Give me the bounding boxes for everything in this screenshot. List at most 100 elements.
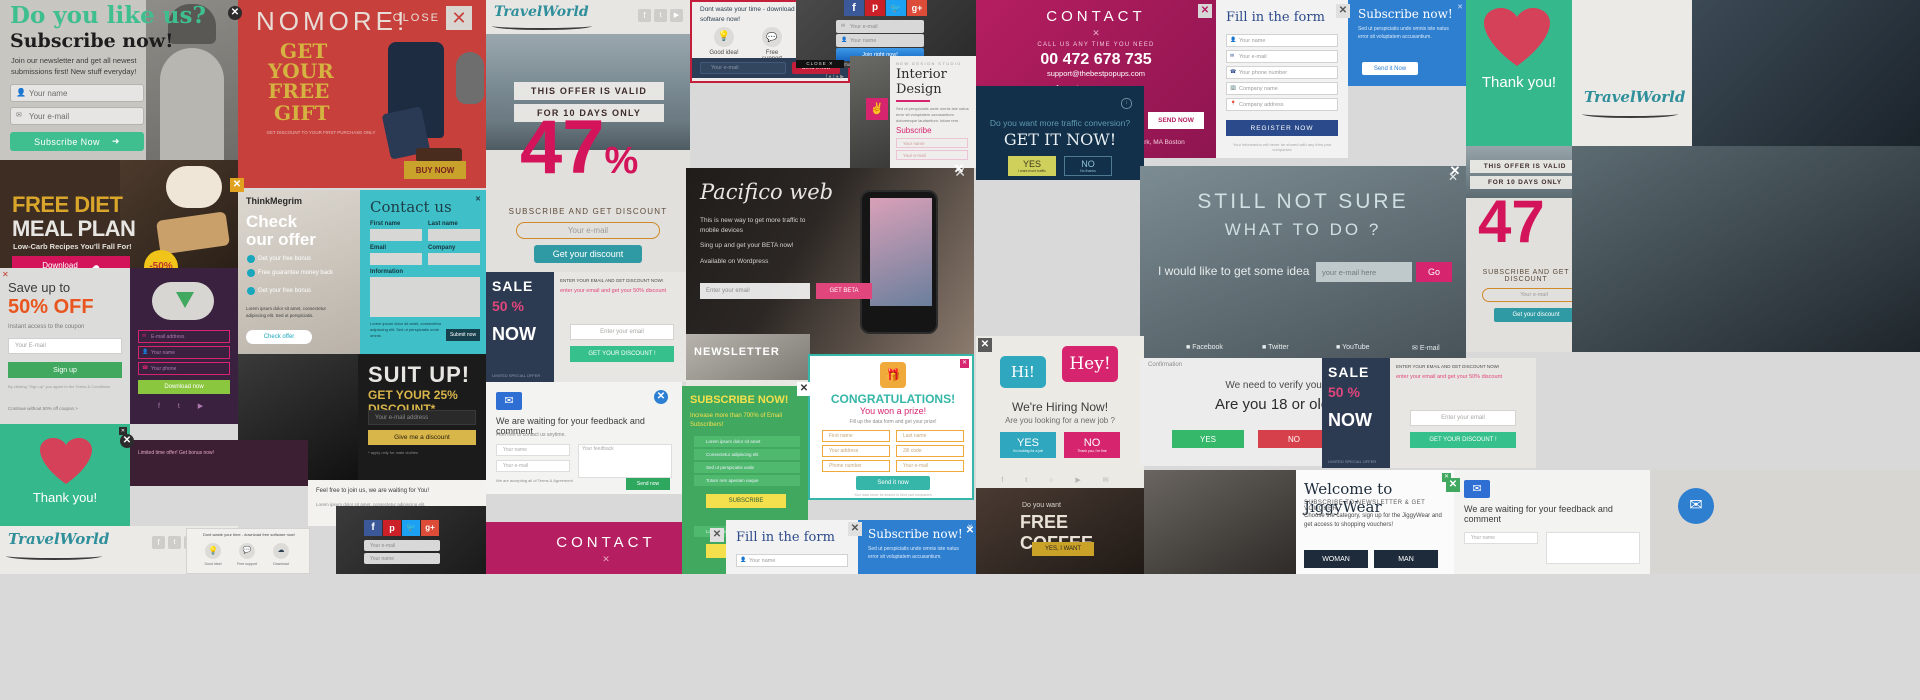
- email-input[interactable]: Your e-mail address: [368, 410, 476, 425]
- name-input[interactable]: Your name: [896, 138, 968, 148]
- go-button[interactable]: Go: [1416, 262, 1452, 282]
- first-name-input[interactable]: First name: [822, 430, 890, 442]
- social-row[interactable]: f t ▶: [158, 402, 211, 410]
- social-facebook-icon[interactable]: f: [638, 9, 651, 22]
- email-input[interactable]: Your e-mail: [700, 62, 786, 74]
- email-input[interactable]: Your e-mail: [10, 107, 144, 125]
- popup-travelworld[interactable]: TravelWorld f t ▶ THIS OFFER IS VALID FO…: [486, 0, 690, 272]
- company-input[interactable]: Company name: [1226, 82, 1338, 95]
- social-email[interactable]: ✉ E-mail: [1412, 344, 1440, 352]
- get-beta-button[interactable]: GET BETA: [816, 283, 872, 299]
- email-input[interactable]: [370, 253, 422, 265]
- email-input[interactable]: Enter your email: [700, 283, 810, 299]
- popup-email-discount[interactable]: ENTER YOUR EMAIL AND GET DISCOUNT NOW! e…: [554, 272, 690, 382]
- popup-subscribe-blue[interactable]: Subscribe now! ✕ Sed ut perspiciatis und…: [1348, 0, 1466, 86]
- close-icon[interactable]: ✕: [963, 524, 977, 538]
- email-input[interactable]: Enter your email: [570, 324, 674, 340]
- email-input[interactable]: Your e-mail: [364, 540, 440, 551]
- popup-feedback-right[interactable]: ✉ We are waiting for your feedback and c…: [1454, 470, 1650, 574]
- social-pinterest-icon[interactable]: p: [383, 520, 401, 536]
- email-input[interactable]: Your e-mail: [836, 20, 924, 33]
- buy-now-button[interactable]: BUY NOW: [404, 161, 466, 179]
- close-icon[interactable]: ✕: [960, 359, 969, 368]
- first-name-input[interactable]: [370, 229, 422, 241]
- social-googleplus-icon[interactable]: g+: [421, 520, 439, 536]
- woman-button[interactable]: WOMAN: [1304, 550, 1368, 568]
- popup-sale-50-right[interactable]: SALE 50 % NOW LIMITED SPECIAL OFFER: [1322, 358, 1390, 468]
- close-icon[interactable]: ✕: [228, 6, 242, 20]
- email-input[interactable]: Your E-mail: [8, 338, 122, 354]
- close-icon[interactable]: ✕: [654, 390, 668, 404]
- get-discount-button[interactable]: Get your discount: [1494, 308, 1572, 322]
- send-button[interactable]: Send it Now: [1362, 62, 1418, 75]
- close-icon[interactable]: ✕: [1198, 4, 1212, 18]
- name-input[interactable]: Your name: [10, 84, 144, 102]
- name-input[interactable]: Your name: [496, 444, 570, 456]
- popup-thank-you-bottom[interactable]: ✕ Thank you!: [0, 424, 130, 526]
- get-discount-button[interactable]: Get your discount: [534, 245, 642, 263]
- close-icon[interactable]: ✕: [120, 434, 134, 448]
- information-textarea[interactable]: [370, 277, 480, 317]
- close-icon[interactable]: ✕: [978, 338, 992, 352]
- popup-fill-form-bottom[interactable]: Fill in the form ✕ Your name 👤: [726, 520, 858, 574]
- social-facebook-icon[interactable]: f: [364, 520, 382, 536]
- close-button[interactable]: CLOSE ✕: [796, 60, 844, 68]
- social-facebook-icon[interactable]: f: [844, 0, 864, 16]
- popup-subscribe-now-green[interactable]: SUBSCRIBE NOW! Increase more than 700% o…: [682, 386, 808, 520]
- close-icon[interactable]: ✕: [710, 528, 724, 542]
- download-button[interactable]: Download now: [138, 380, 230, 394]
- social-row[interactable]: f ● t ● ▶: [826, 74, 844, 80]
- popup-travelworld-right[interactable]: THIS OFFER IS VALID FOR 10 DAYS ONLY 47 …: [1466, 146, 1572, 352]
- popup-congratulations[interactable]: ✕ 🎁 CONGRATULATIONS! You won a prize! Fi…: [808, 354, 974, 500]
- get-discount-button[interactable]: GET YOUR DISCOUNT !: [1410, 432, 1516, 448]
- terms-check[interactable]: We are accepting all of Terms & Agreemen…: [496, 478, 573, 483]
- popup-thank-you[interactable]: Thank you!: [1466, 0, 1572, 146]
- man-button[interactable]: MAN: [1374, 550, 1438, 568]
- popup-save-50-off[interactable]: ✕ Save up to 50% OFF Instant access to t…: [0, 268, 130, 424]
- social-twitter-icon[interactable]: t: [654, 9, 667, 22]
- social-facebook-icon[interactable]: f: [152, 536, 165, 549]
- popup-contact-teal[interactable]: Contact us ✕ First name Last name Email …: [360, 190, 486, 354]
- zip-input[interactable]: Zill code: [896, 445, 964, 457]
- close-button[interactable]: CLOSE: [393, 12, 440, 24]
- phone-input[interactable]: Your phone: [138, 362, 230, 375]
- name-input[interactable]: Your name: [836, 34, 924, 47]
- social-row[interactable]: f t ○ ▶ ✉: [976, 476, 1144, 484]
- close-icon[interactable]: ✕: [1336, 4, 1350, 18]
- name-input[interactable]: Your name: [364, 553, 440, 564]
- email-input[interactable]: Your e-mail: [896, 150, 968, 160]
- send-now-button[interactable]: SEND NOW: [1148, 112, 1204, 129]
- popup-social-dark[interactable]: f p 🐦 g+ Your e-mail Your name: [336, 506, 486, 574]
- yes-button[interactable]: YES, I WANT: [1032, 542, 1094, 556]
- popup-still-not-sure[interactable]: ✕ STILL NOT SURE WHAT TO DO ? I would li…: [1140, 166, 1466, 366]
- company-input[interactable]: [428, 253, 480, 265]
- close-icon[interactable]: ✕: [848, 522, 862, 536]
- subscribe-button[interactable]: SUBSCRIBE: [706, 494, 786, 508]
- email-input[interactable]: Your e-mail: [1226, 50, 1338, 63]
- subscribe-button[interactable]: Subscribe Now ➜: [10, 132, 144, 151]
- register-button[interactable]: REGISTER NOW: [1226, 120, 1338, 136]
- info-icon[interactable]: i: [1121, 98, 1132, 109]
- social-twitter-icon[interactable]: 🐦: [886, 0, 906, 16]
- feedback-textarea[interactable]: [1546, 532, 1640, 564]
- popup-jiggywear[interactable]: ✕ Welcome to JiggyWear SUBSCRIBE TO NEWS…: [1144, 470, 1454, 574]
- popup-free-coffee[interactable]: Do you want FREE COFFEE YES, I WANT: [976, 488, 1144, 574]
- social-youtube-icon[interactable]: ▶: [670, 9, 683, 22]
- yes-button[interactable]: YES: [1172, 430, 1244, 448]
- email-input[interactable]: E-mail address: [138, 330, 230, 343]
- popup-nomore[interactable]: NOMORE! CLOSE ✕ GET YOUR FREE GIFT GET D…: [238, 0, 486, 188]
- popup-pacifico-web[interactable]: Pacifico web This is new way to get more…: [686, 168, 974, 354]
- send-button[interactable]: Send it now: [856, 476, 930, 490]
- social-googleplus-icon[interactable]: g+: [907, 0, 927, 16]
- email-input[interactable]: Your e-mail: [1482, 288, 1572, 302]
- popup-sale-50[interactable]: SALE 50 % NOW LIMITED SPECIAL OFFER: [486, 272, 554, 382]
- popup-subscribe-blue-bottom[interactable]: Subscribe now! ✕ Sed ut perspiciatis und…: [858, 520, 976, 574]
- last-name-input[interactable]: Last name: [896, 430, 964, 442]
- last-name-input[interactable]: [428, 229, 480, 241]
- social-twitter[interactable]: ■ Twitter: [1262, 344, 1289, 351]
- close-icon[interactable]: ✕: [952, 162, 966, 176]
- phone-input[interactable]: Your phone number: [1226, 66, 1338, 79]
- close-icon[interactable]: ✕: [797, 382, 811, 396]
- name-input[interactable]: Your name: [736, 554, 848, 567]
- popup-support-icons[interactable]: Dont waste your time - download free sof…: [186, 528, 310, 574]
